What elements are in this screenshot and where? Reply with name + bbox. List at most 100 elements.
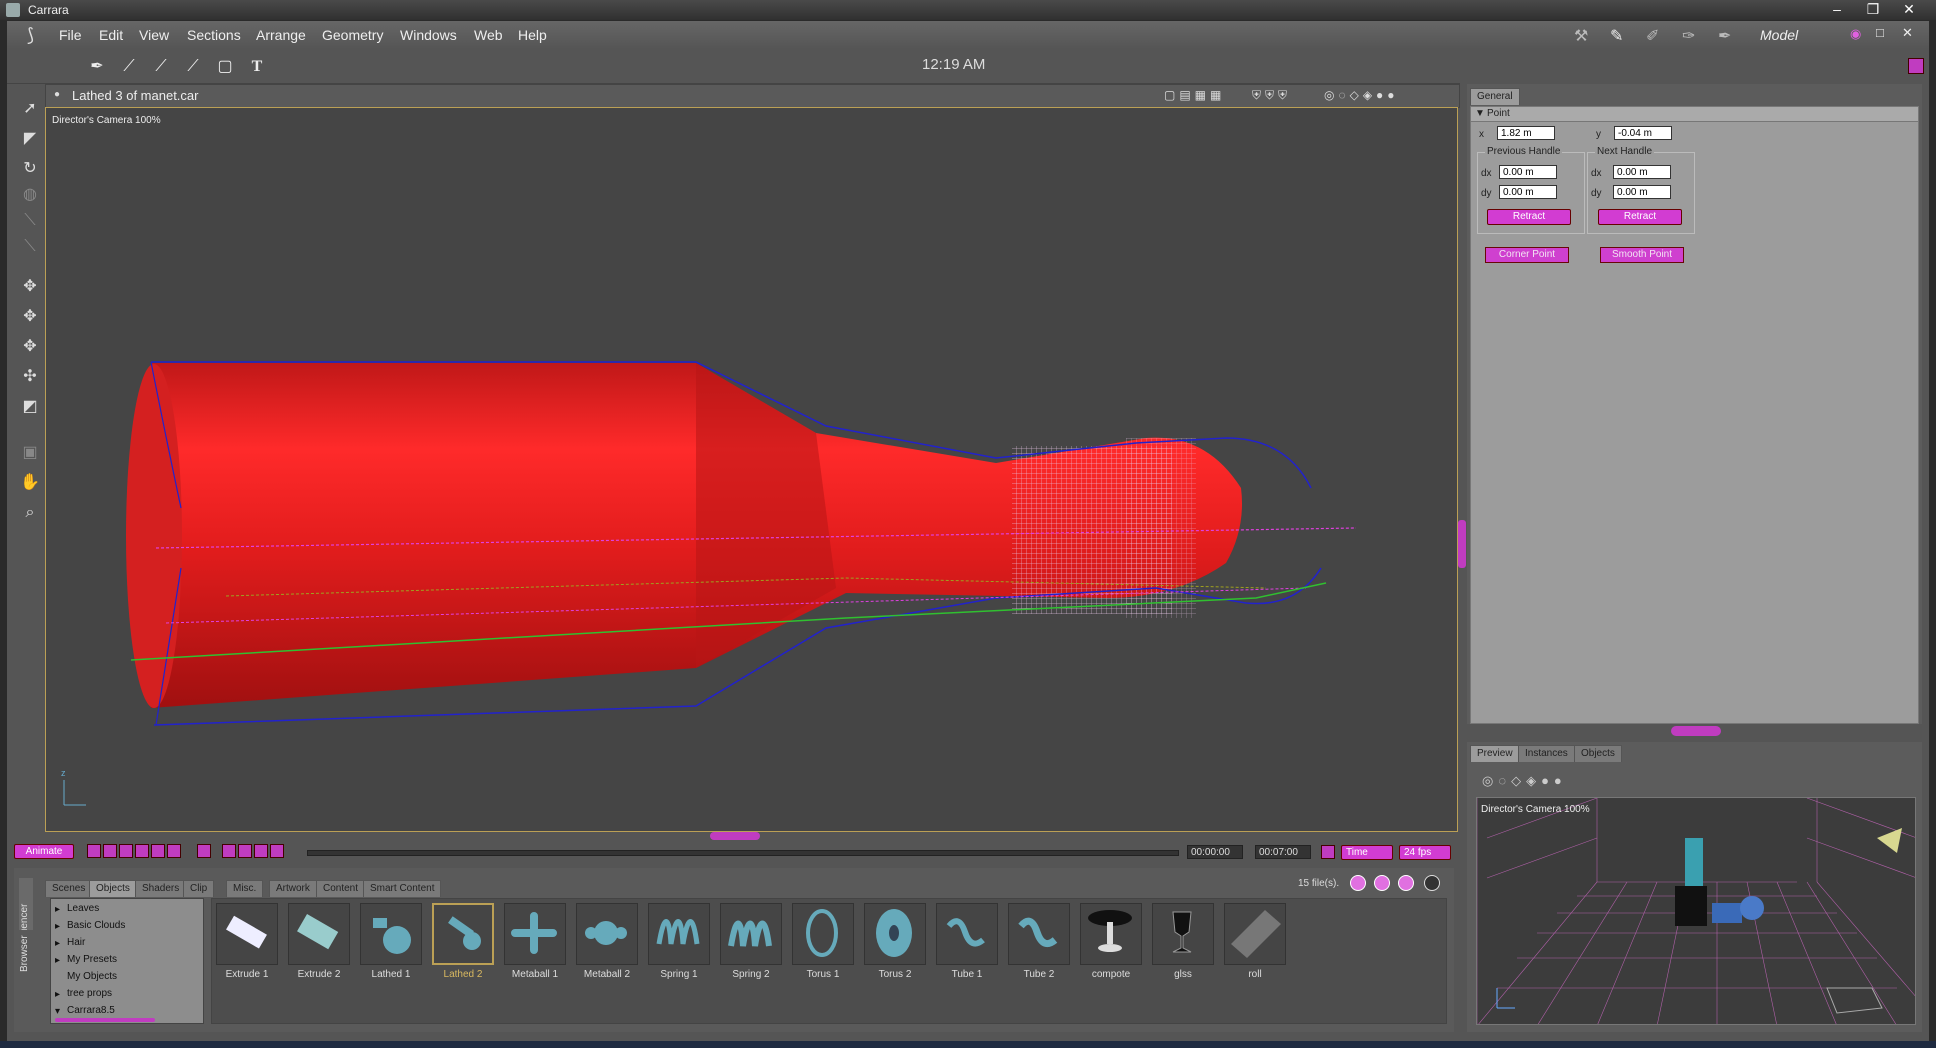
next-key-icon[interactable] [270,844,284,858]
convert-point-icon[interactable]: ⟋ [183,57,203,77]
next-retract-button[interactable]: Retract [1598,209,1682,225]
panel-menu-icon[interactable] [1908,58,1924,74]
x-field[interactable]: 1.82 m [1497,126,1555,140]
thumb-torus-1[interactable] [792,903,854,965]
move-axis-icon[interactable]: ✥ [19,336,41,358]
thumb-compote[interactable] [1080,903,1142,965]
smooth-point-button[interactable]: Smooth Point [1600,247,1684,263]
tab-content[interactable]: Content [316,880,366,897]
expand-arrow-icon[interactable]: ▸ [55,904,60,915]
maximize-button[interactable]: ❐ [1856,0,1890,18]
thumb-extrude-2[interactable] [288,903,350,965]
side-splitter-handle[interactable] [1458,520,1466,568]
menu-view[interactable]: View [139,27,169,43]
tab-clip[interactable]: Clip [183,880,215,897]
zoom-icon[interactable]: ⌕ [19,502,41,524]
thumb-spring-2[interactable] [720,903,782,965]
animate-button[interactable]: Animate [14,844,74,859]
browser-side-tab[interactable]: Browser [19,930,33,978]
play-icon[interactable] [135,844,149,858]
tab-preview[interactable]: Preview [1470,745,1520,762]
scale-tool-icon[interactable]: ◍ [19,184,41,206]
text-tool-icon[interactable]: T [247,57,267,77]
menu-edit[interactable]: Edit [99,27,123,43]
go-end-icon[interactable] [167,844,181,858]
expand-arrow-icon[interactable]: ▸ [55,921,60,932]
tab-instances[interactable]: Instances [1518,745,1575,762]
category-tree-props[interactable]: tree props [67,988,112,999]
thumb-roll[interactable] [1224,903,1286,965]
pen-tool-icon[interactable]: ✒ [87,57,107,77]
room-storyboard-icon[interactable]: ✐ [1646,26,1659,46]
category-my-presets[interactable]: My Presets [67,954,117,965]
category-leaves[interactable]: Leaves [67,903,99,914]
shading-icons[interactable]: ◎◌◇◈●● [1324,88,1399,102]
tab-general[interactable]: General [1470,88,1520,105]
go-start-icon[interactable] [87,844,101,858]
category-carrara85[interactable]: Carrara8.5 [67,1005,115,1016]
collapse-arrow-icon[interactable]: ▾ [55,1006,60,1017]
move-plane-icon[interactable]: ✥ [19,306,41,328]
expand-arrow-icon[interactable]: ▸ [55,938,60,949]
next-dy-field[interactable]: 0.00 m [1613,185,1671,199]
category-basic-clouds[interactable]: Basic Clouds [67,920,125,931]
list-scrollbar[interactable] [55,1018,155,1022]
rectangle-tool-icon[interactable]: ▢ [215,57,235,77]
tab-objects[interactable]: Objects [1574,745,1622,762]
menu-sections[interactable]: Sections [187,27,241,43]
menu-geometry[interactable]: Geometry [322,27,383,43]
expand-arrow-icon[interactable]: ▸ [55,955,60,966]
room-assemble-icon[interactable]: ⚒ [1574,26,1588,46]
thumb-lathed-2[interactable] [432,903,494,965]
fps-select[interactable]: 24 fps [1399,845,1451,860]
camera-icon[interactable]: ▣ [19,442,41,464]
thumb-spring-1[interactable] [648,903,710,965]
render-mode-icons[interactable]: ⛨⛨⛨ [1252,88,1291,103]
step-forward-icon[interactable] [151,844,165,858]
delete-point-icon[interactable]: ⟋ [151,57,171,77]
thumb-glss[interactable] [1152,903,1214,965]
tab-artwork[interactable]: Artwork [269,880,317,897]
tab-misc[interactable]: Misc. [226,880,264,897]
thumb-torus-2[interactable] [864,903,926,965]
view-mode-icon-2[interactable] [1374,875,1390,891]
menu-windows[interactable]: Windows [400,27,457,43]
prev-dy-field[interactable]: 0.00 m [1499,185,1557,199]
rotate-tool-icon[interactable]: ↻ [19,158,41,180]
thumb-tube-2[interactable] [1008,903,1070,965]
step-back-icon[interactable] [103,844,117,858]
menu-web[interactable]: Web [474,27,503,43]
time-mode-select[interactable]: Time [1341,845,1393,860]
point-section-header[interactable]: ▼ Point [1471,107,1918,122]
delete-key-icon[interactable] [254,844,268,858]
room-model-icon[interactable]: ✎ [1610,26,1623,46]
panel-splitter-handle[interactable] [1671,726,1721,736]
thumb-metaball-1[interactable] [504,903,566,965]
tab-shaders[interactable]: Shaders [135,880,187,897]
move-tool-icon[interactable]: ✥ [19,276,41,298]
prev-retract-button[interactable]: Retract [1487,209,1571,225]
menu-file[interactable]: File [59,27,82,43]
view-mode-icon-3[interactable] [1398,875,1414,891]
viewport-splitter-handle[interactable] [710,832,760,840]
3d-viewport[interactable]: z [45,107,1458,832]
y-field[interactable]: -0.04 m [1614,126,1672,140]
category-my-objects[interactable]: My Objects [67,971,117,982]
minimize-button[interactable]: – [1820,0,1854,18]
add-point-icon[interactable]: ⟋ [119,57,139,77]
close-timeline-icon[interactable] [1321,845,1335,859]
tab-smart-content[interactable]: Smart Content [363,880,442,897]
restore-icon[interactable]: □ [1876,25,1884,40]
eye-icon[interactable]: ◉ [1850,26,1861,42]
thumb-extrude-1[interactable] [216,903,278,965]
pan-hand-icon[interactable]: ✋ [19,472,41,494]
browser-menu-icon[interactable] [1424,875,1440,891]
preview-viewport[interactable] [1476,797,1916,1025]
category-list[interactable]: ▸ Leaves ▸ Basic Clouds ▸ Hair ▸ My Presets … [50,898,204,1024]
twist-tool-icon[interactable]: ⟍ [19,236,41,258]
prev-key-icon[interactable] [222,844,236,858]
3d-select-icon[interactable]: ◤ [19,128,41,150]
thumb-tube-1[interactable] [936,903,998,965]
time-end-field[interactable]: 00:07:00 [1255,845,1311,859]
add-key-icon[interactable] [238,844,252,858]
